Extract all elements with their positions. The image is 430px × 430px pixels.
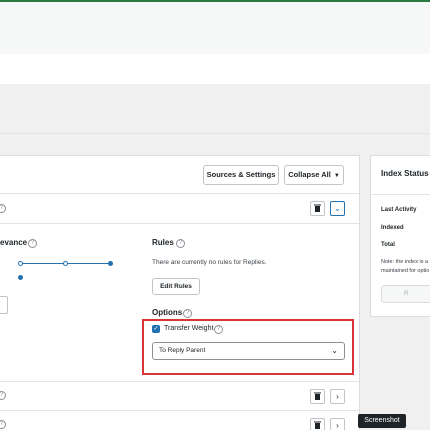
trash-icon[interactable] bbox=[310, 201, 325, 216]
chevron-down-icon: ▼ bbox=[333, 173, 340, 179]
engine-settings-panel: Sources & Settings Collapse All ▼ ? ⌄ eva… bbox=[0, 155, 360, 430]
index-note: Note: the index is a maintained for opti… bbox=[381, 258, 429, 276]
help-icon[interactable]: ? bbox=[183, 309, 192, 318]
slider-handle[interactable] bbox=[108, 261, 113, 266]
help-icon[interactable]: ? bbox=[0, 420, 6, 429]
chevron-right-icon[interactable]: › bbox=[330, 389, 345, 404]
screenshot-tooltip: Screenshot bbox=[358, 414, 406, 428]
transfer-weight-label: Transfer Weight bbox=[164, 325, 214, 332]
collapse-all-label: Collapse All bbox=[288, 170, 331, 179]
transfer-weight-checkbox[interactable]: ✓ bbox=[152, 325, 160, 333]
divider bbox=[371, 194, 430, 195]
help-icon[interactable]: ? bbox=[28, 239, 37, 248]
slider-point[interactable] bbox=[18, 275, 23, 280]
help-icon[interactable]: ? bbox=[0, 391, 6, 400]
chevron-right-icon[interactable]: › bbox=[330, 418, 345, 430]
page-header-band bbox=[0, 84, 430, 134]
index-status-title: Index Status bbox=[381, 169, 429, 178]
indexed-label: Indexed bbox=[381, 225, 404, 231]
transfer-weight-select[interactable]: To Reply Parent ⌄ bbox=[152, 342, 345, 360]
index-note-line: Note: the index is a bbox=[381, 259, 429, 265]
help-icon[interactable]: ? bbox=[176, 239, 185, 248]
chevron-down-icon: ⌄ bbox=[331, 346, 338, 355]
transfer-weight-select-value: To Reply Parent bbox=[159, 347, 206, 354]
chevron-down-icon[interactable]: ⌄ bbox=[330, 201, 345, 216]
edit-rules-button[interactable]: Edit Rules bbox=[152, 278, 200, 295]
slider-point[interactable] bbox=[63, 261, 68, 266]
help-icon[interactable]: ? bbox=[214, 325, 223, 334]
panel-header: Sources & Settings Collapse All ▼ bbox=[0, 156, 359, 194]
total-label: Total bbox=[381, 242, 395, 248]
sources-settings-button[interactable]: Sources & Settings bbox=[203, 165, 279, 185]
help-icon[interactable]: ? bbox=[0, 204, 6, 213]
source-row[interactable]: ? › bbox=[0, 411, 359, 430]
slider-point[interactable] bbox=[18, 261, 23, 266]
source-row[interactable]: ? › bbox=[0, 381, 359, 411]
trash-icon[interactable] bbox=[310, 389, 325, 404]
last-activity-label: Last Activity bbox=[381, 207, 417, 213]
rules-empty-text: There are currently no rules for Replies… bbox=[152, 259, 267, 266]
admin-subheader-band bbox=[0, 54, 430, 84]
options-title: Options bbox=[152, 308, 183, 317]
check-icon: ✓ bbox=[153, 326, 159, 332]
rebuild-index-button[interactable]: R bbox=[381, 285, 430, 303]
trash-icon[interactable] bbox=[310, 418, 325, 430]
rules-title: Rules bbox=[152, 238, 174, 247]
relevance-label: evance bbox=[0, 238, 28, 247]
admin-header-band bbox=[0, 2, 430, 54]
index-status-panel: Index Status Last Activity Indexed Total… bbox=[370, 155, 430, 317]
input-stub[interactable] bbox=[0, 296, 8, 314]
index-note-line: maintained for optio bbox=[381, 268, 430, 274]
collapse-all-button[interactable]: Collapse All ▼ bbox=[284, 165, 344, 185]
source-row-replies[interactable]: ? ⌄ bbox=[0, 194, 359, 224]
